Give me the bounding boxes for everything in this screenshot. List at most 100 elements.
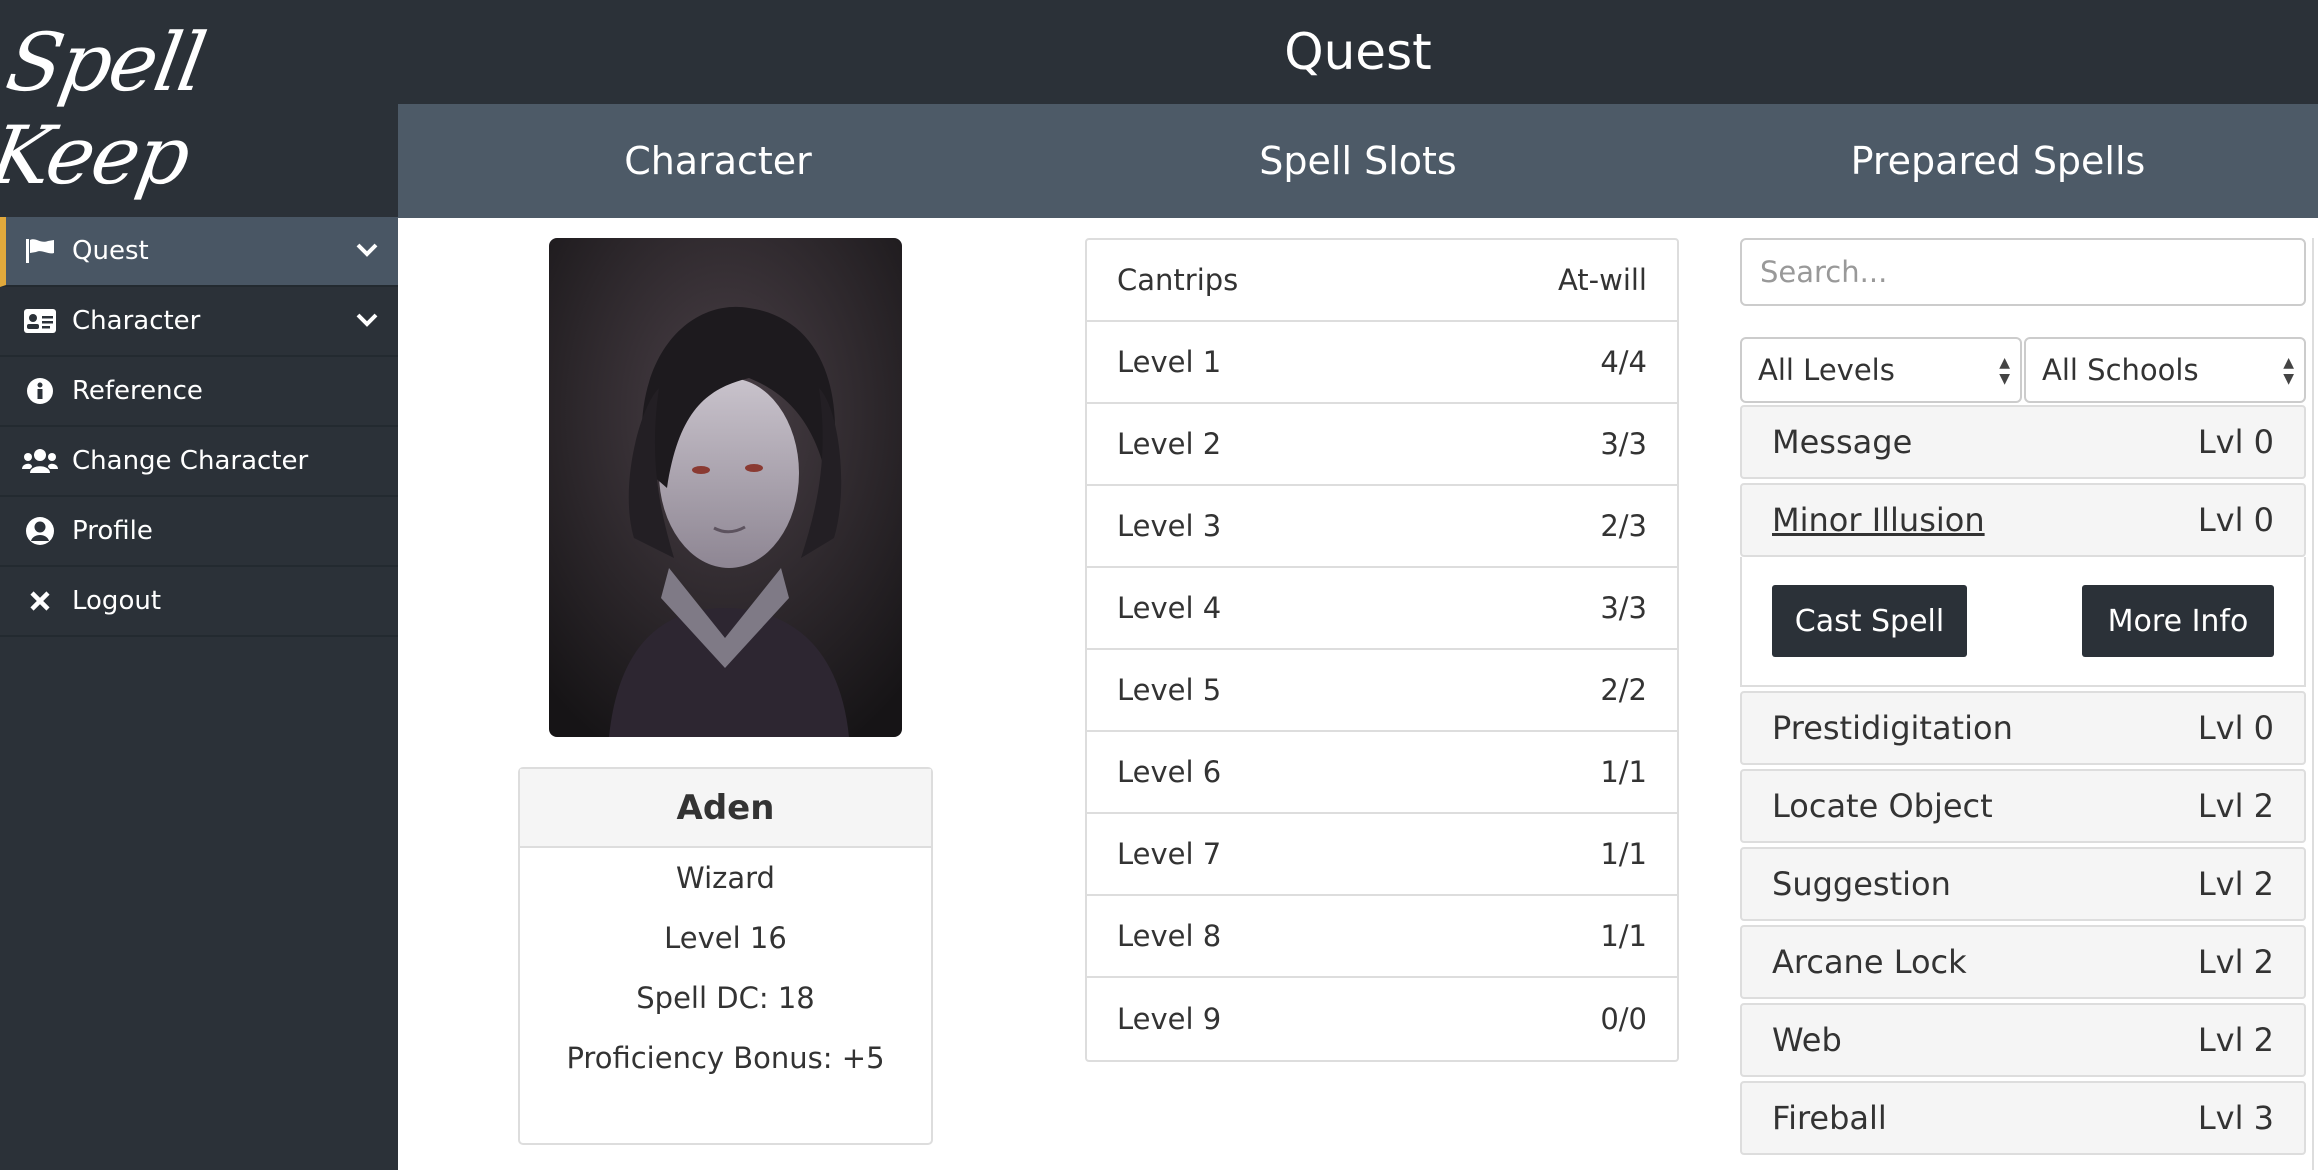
slot-row-level-5: Level 5 2/2: [1087, 650, 1677, 732]
level-filter-value: All Levels: [1758, 353, 1895, 387]
spell-row-minor-illusion[interactable]: Minor Illusion Lvl 0: [1740, 483, 2306, 557]
spell-row-web[interactable]: Web Lvl 2: [1740, 1003, 2306, 1077]
title-bar: Quest: [398, 0, 2318, 104]
slot-row-level-6: Level 6 1/1: [1087, 732, 1677, 814]
slot-label: Level 6: [1117, 755, 1222, 789]
spell-row-locate-object[interactable]: Locate Object Lvl 2: [1740, 769, 2306, 843]
sidebar-item-label: Profile: [72, 516, 153, 546]
slot-row-level-8: Level 8 1/1: [1087, 896, 1677, 978]
slot-row-level-7: Level 7 1/1: [1087, 814, 1677, 896]
close-icon: [22, 583, 58, 619]
sidebar-item-label: Quest: [72, 236, 149, 266]
slot-value: 3/3: [1600, 591, 1647, 625]
school-filter-value: All Schools: [2042, 353, 2199, 387]
chevron-down-icon: [354, 307, 380, 340]
sidebar: Spell Keep Quest Character Reference Cha…: [0, 0, 398, 1170]
spell-row-message[interactable]: Message Lvl 0: [1740, 405, 2306, 479]
tab-character[interactable]: Character: [398, 104, 1038, 218]
spell-name: Prestidigitation: [1772, 709, 2013, 747]
spell-name: Message: [1772, 423, 1913, 461]
spell-row-prestidigitation[interactable]: Prestidigitation Lvl 0: [1740, 691, 2306, 765]
select-arrows-icon: ▲ ▼: [1999, 355, 2010, 387]
spell-row-suggestion[interactable]: Suggestion Lvl 2: [1740, 847, 2306, 921]
slot-value: 3/3: [1600, 427, 1647, 461]
character-portrait: [549, 238, 902, 737]
spell-name: Fireball: [1772, 1099, 1887, 1137]
flag-icon: [22, 233, 58, 269]
spell-level: Lvl 3: [2197, 1099, 2274, 1137]
scroll-edge: [2312, 238, 2314, 1170]
slot-label: Level 2: [1117, 427, 1222, 461]
sidebar-item-change-character[interactable]: Change Character: [0, 427, 398, 497]
slot-value: 0/0: [1600, 1002, 1647, 1036]
sidebar-item-logout[interactable]: Logout: [0, 567, 398, 637]
sidebar-item-quest[interactable]: Quest: [0, 217, 398, 287]
spell-level: Lvl 2: [2197, 943, 2274, 981]
spell-level: Lvl 2: [2197, 865, 2274, 903]
section-tabs: Character Spell Slots Prepared Spells: [398, 104, 2318, 218]
logo-area: Spell Keep: [0, 0, 398, 217]
cast-spell-button[interactable]: Cast Spell: [1772, 585, 1967, 657]
sidebar-item-reference[interactable]: Reference: [0, 357, 398, 427]
slot-value: At-will: [1557, 263, 1647, 297]
spell-name: Web: [1772, 1021, 1842, 1059]
chevron-down-icon: [354, 237, 380, 270]
character-name: Aden: [520, 769, 931, 848]
spell-level: Lvl 0: [2197, 501, 2274, 539]
tab-spell-slots[interactable]: Spell Slots: [1038, 104, 1678, 218]
sidebar-item-label: Change Character: [72, 446, 309, 476]
character-spell-dc: Spell DC: 18: [636, 981, 815, 1015]
slot-row-level-1: Level 1 4/4: [1087, 322, 1677, 404]
slot-value: 1/1: [1600, 755, 1647, 789]
spell-search-input[interactable]: [1740, 238, 2306, 306]
slot-row-level-9: Level 9 0/0: [1087, 978, 1677, 1060]
spell-actions-panel: Cast Spell More Info: [1740, 557, 2306, 687]
character-proficiency: Proficiency Bonus: +5: [566, 1041, 885, 1075]
select-arrows-icon: ▲ ▼: [2283, 355, 2294, 387]
spell-row-arcane-lock[interactable]: Arcane Lock Lvl 2: [1740, 925, 2306, 999]
spell-level: Lvl 2: [2197, 1021, 2274, 1059]
slot-label: Level 8: [1117, 919, 1222, 953]
tab-prepared-spells[interactable]: Prepared Spells: [1678, 104, 2318, 218]
school-filter-select[interactable]: All Schools ▲ ▼: [2024, 337, 2306, 403]
slot-label: Level 3: [1117, 509, 1222, 543]
spell-level: Lvl 0: [2197, 423, 2274, 461]
character-level: Level 16: [664, 921, 787, 955]
sidebar-item-character[interactable]: Character: [0, 287, 398, 357]
prepared-spell-list: Message Lvl 0 Minor Illusion Lvl 0 Cast …: [1740, 405, 2306, 1159]
slot-row-cantrips: Cantrips At-will: [1087, 240, 1677, 322]
slot-row-level-2: Level 2 3/3: [1087, 404, 1677, 486]
slot-label: Level 1: [1117, 345, 1222, 379]
spell-name[interactable]: Minor Illusion: [1772, 501, 1985, 539]
spell-name: Arcane Lock: [1772, 943, 1967, 981]
slot-value: 1/1: [1600, 919, 1647, 953]
slot-label: Level 5: [1117, 673, 1222, 707]
slot-value: 1/1: [1600, 837, 1647, 871]
slot-value: 2/3: [1600, 509, 1647, 543]
sidebar-item-profile[interactable]: Profile: [0, 497, 398, 567]
slot-row-level-4: Level 4 3/3: [1087, 568, 1677, 650]
spell-level: Lvl 2: [2197, 787, 2274, 825]
app-logo[interactable]: Spell Keep: [0, 16, 414, 202]
spell-slots-table: Cantrips At-will Level 1 4/4 Level 2 3/3 Le…: [1085, 238, 1679, 1062]
more-info-button[interactable]: More Info: [2082, 585, 2274, 657]
sidebar-item-label: Logout: [72, 586, 162, 616]
sidebar-item-label: Reference: [72, 376, 203, 406]
users-icon: [22, 443, 58, 479]
sidebar-item-label: Character: [72, 306, 201, 336]
slot-label: Level 9: [1117, 1002, 1222, 1036]
spell-level: Lvl 0: [2197, 709, 2274, 747]
slot-label: Level 7: [1117, 837, 1222, 871]
id-card-icon: [22, 303, 58, 339]
info-circle-icon: [22, 373, 58, 409]
sidebar-nav: Quest Character Reference Change Charact…: [0, 217, 398, 637]
level-filter-select[interactable]: All Levels ▲ ▼: [1740, 337, 2022, 403]
character-class: Wizard: [676, 861, 775, 895]
slot-label: Level 4: [1117, 591, 1222, 625]
spell-name: Locate Object: [1772, 787, 1993, 825]
spell-row-fireball[interactable]: Fireball Lvl 3: [1740, 1081, 2306, 1155]
spell-name: Suggestion: [1772, 865, 1951, 903]
character-card: Aden Wizard Level 16 Spell DC: 18 Profic…: [518, 767, 933, 1145]
slot-row-level-3: Level 3 2/3: [1087, 486, 1677, 568]
user-circle-icon: [22, 513, 58, 549]
